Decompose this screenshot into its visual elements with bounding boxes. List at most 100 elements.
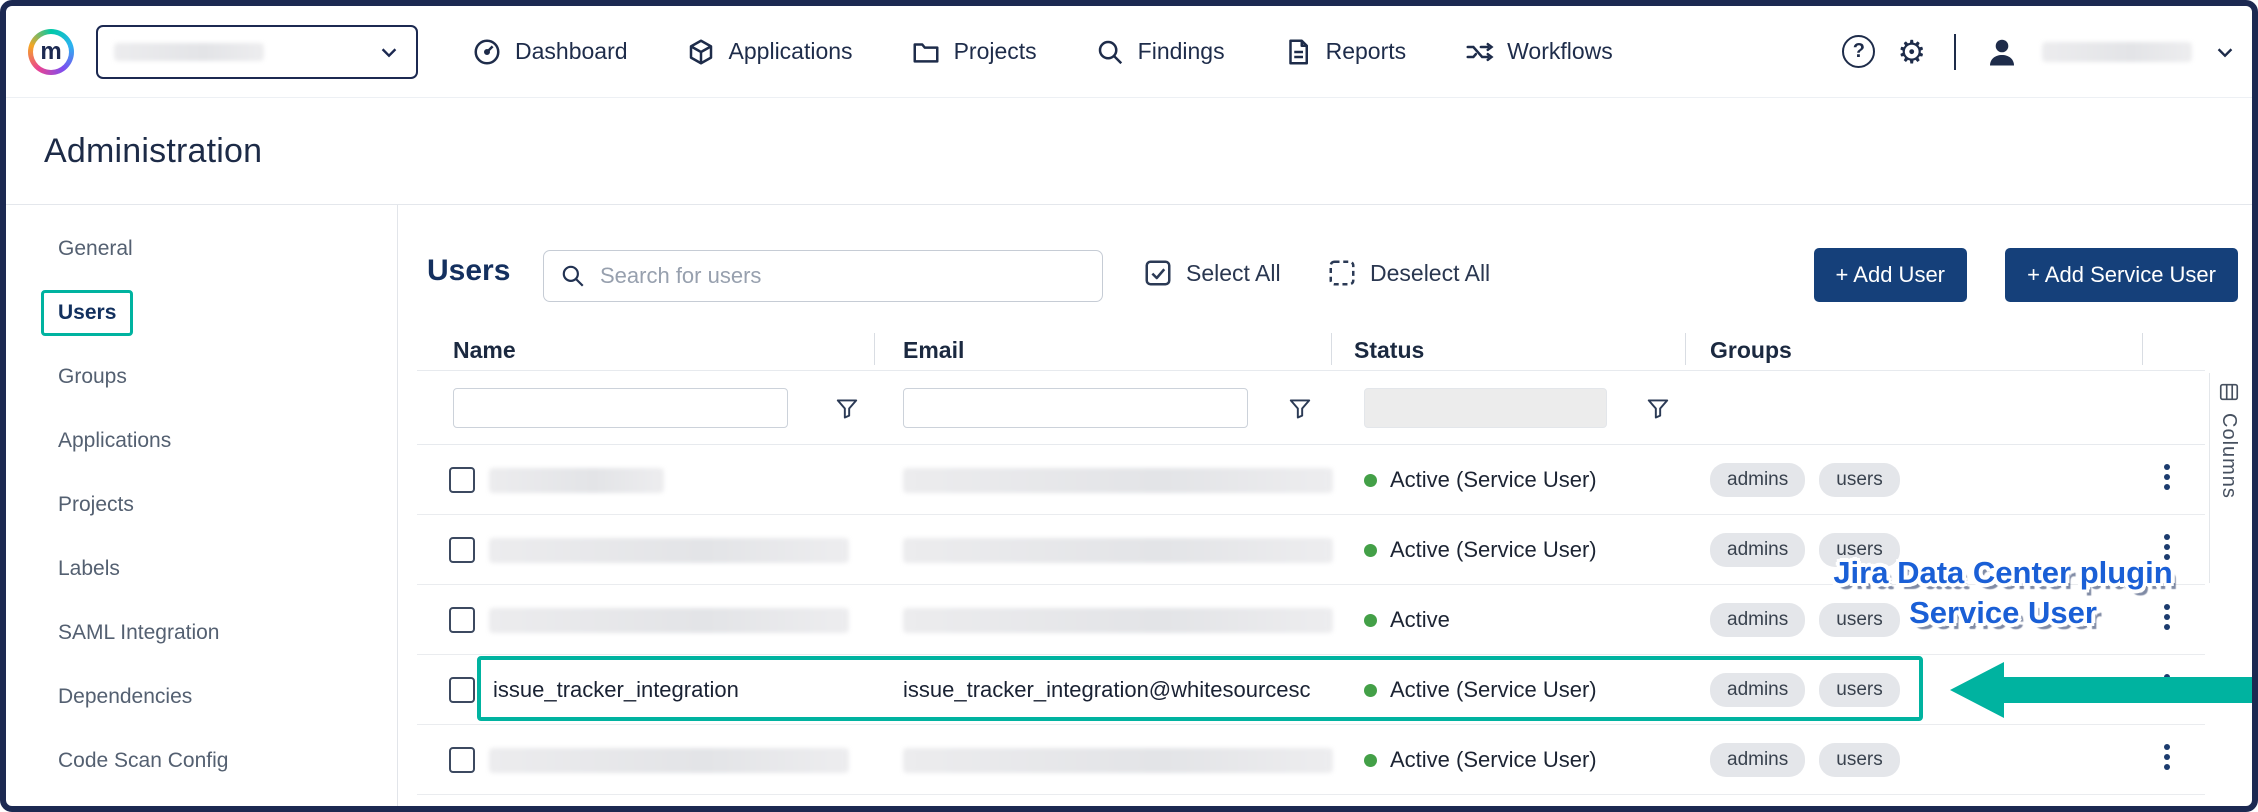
nav-item-projects[interactable]: Projects (911, 37, 1037, 67)
row-actions-kebab-icon[interactable] (2162, 742, 2172, 772)
name-filter-icon[interactable] (834, 395, 860, 421)
status-label: Active (Service User) (1390, 467, 1597, 493)
row-actions-kebab-icon[interactable] (2162, 532, 2172, 562)
group-badge: admins (1710, 533, 1805, 567)
redacted-name (489, 468, 664, 493)
table-row-highlighted[interactable]: issue_tracker_integration issue_tracker_… (417, 655, 2205, 725)
sidebar-item-applications[interactable]: Applications (6, 409, 397, 473)
redacted-name (489, 748, 849, 773)
redacted-username (2042, 42, 2192, 62)
group-badge: users (1819, 743, 1899, 777)
help-glyph: ? (1853, 40, 1865, 63)
sidebar-item-general[interactable]: General (6, 217, 397, 281)
row-actions-kebab-icon[interactable] (2162, 672, 2172, 702)
deselect-all-label: Deselect All (1370, 260, 1490, 287)
divider (1954, 34, 1956, 70)
column-divider (874, 333, 875, 365)
select-all-checkbox-icon (1143, 258, 1173, 288)
sidebar-item-users[interactable]: Users (6, 281, 397, 345)
nav-item-workflows[interactable]: Workflows (1464, 37, 1613, 67)
row-actions-kebab-icon[interactable] (2162, 462, 2172, 492)
group-badge: users (1819, 533, 1899, 567)
row-actions-kebab-icon[interactable] (2162, 602, 2172, 632)
sidebar-item-projects[interactable]: Projects (6, 473, 397, 537)
nav-right-controls: ? ⚙ (1842, 34, 2252, 70)
organization-selector[interactable] (96, 25, 418, 79)
email-filter-input[interactable] (903, 388, 1248, 428)
sidebar-label: Labels (58, 557, 120, 581)
sidebar-item-groups[interactable]: Groups (6, 345, 397, 409)
sidebar-item-saml-integration[interactable]: SAML Integration (6, 601, 397, 665)
deselect-all-button[interactable]: Deselect All (1327, 258, 1490, 288)
row-checkbox[interactable] (449, 607, 475, 633)
chevron-down-icon[interactable] (2214, 41, 2236, 63)
group-badge: users (1819, 603, 1899, 637)
table-row[interactable]: Active adminsusers (417, 585, 2205, 655)
nav-item-reports[interactable]: Reports (1283, 37, 1407, 67)
nav-label: Findings (1138, 38, 1225, 65)
row-checkbox[interactable] (449, 537, 475, 563)
nav-item-findings[interactable]: Findings (1095, 37, 1225, 67)
page-header: Administration (6, 98, 2252, 205)
column-header-email[interactable]: Email (903, 337, 964, 364)
user-email: issue_tracker_integration@whitesourcesc (903, 677, 1327, 703)
sidebar-item-labels[interactable]: Labels (6, 537, 397, 601)
nav-label: Dashboard (515, 38, 628, 65)
column-divider (2142, 333, 2143, 365)
main-menu: Dashboard Applications Projects Findings… (472, 37, 1613, 67)
add-user-button[interactable]: + Add User (1814, 248, 1967, 302)
redacted-email (903, 538, 1333, 563)
email-filter-icon[interactable] (1287, 395, 1313, 421)
status-label: Active (Service User) (1390, 747, 1597, 773)
sidebar-item-dependencies[interactable]: Dependencies (6, 665, 397, 729)
help-icon[interactable]: ? (1842, 35, 1875, 68)
sidebar-label: Dependencies (58, 685, 192, 709)
group-badge: admins (1710, 603, 1805, 637)
sidebar-item-code-scan-config[interactable]: Code Scan Config (6, 729, 397, 793)
admin-sidebar: General Users Groups Applications Projec… (6, 205, 398, 806)
add-service-user-button[interactable]: + Add Service User (2005, 248, 2238, 302)
settings-gear-icon[interactable]: ⚙ (1897, 36, 1926, 68)
column-divider (1685, 333, 1686, 365)
table-row[interactable]: Active (Service User) adminsusers (417, 445, 2205, 515)
redacted-email (903, 608, 1333, 633)
select-all-label: Select All (1186, 260, 1281, 287)
status-filter-icon[interactable] (1645, 395, 1671, 421)
sidebar-label: Applications (58, 429, 171, 453)
column-divider (1331, 333, 1332, 365)
reports-icon (1283, 37, 1313, 67)
sidebar-label: General (58, 237, 133, 261)
name-filter-input[interactable] (453, 388, 788, 428)
status-label: Active (Service User) (1390, 677, 1597, 703)
table-row[interactable]: Active (Service User) adminsusers (417, 515, 2205, 585)
search-input[interactable] (600, 263, 1086, 289)
findings-icon (1095, 37, 1125, 67)
applications-icon (686, 37, 716, 67)
table-row[interactable]: Active (Service User) adminsusers (417, 725, 2205, 795)
redacted-name (489, 538, 849, 563)
status-active-dot (1364, 684, 1377, 697)
columns-panel-toggle[interactable]: Columns (2209, 373, 2247, 583)
nav-label: Applications (729, 38, 853, 65)
row-checkbox[interactable] (449, 467, 475, 493)
nav-item-dashboard[interactable]: Dashboard (472, 37, 628, 67)
table-header-row: Name Email Status Groups (417, 325, 2205, 371)
nav-label: Workflows (1507, 38, 1613, 65)
column-header-name[interactable]: Name (453, 337, 516, 364)
workflows-icon (1464, 37, 1494, 67)
row-checkbox[interactable] (449, 747, 475, 773)
status-active-dot (1364, 474, 1377, 487)
nav-item-applications[interactable]: Applications (686, 37, 853, 67)
chevron-down-icon (378, 41, 400, 63)
row-checkbox[interactable] (449, 677, 475, 703)
columns-grid-icon (2218, 381, 2240, 403)
column-header-groups[interactable]: Groups (1710, 337, 1792, 364)
user-avatar-icon[interactable] (1984, 34, 2020, 70)
status-filter-input[interactable] (1364, 388, 1607, 428)
top-navigation-bar: m Dashboard Applications Projects Findin… (6, 6, 2252, 98)
redacted-email (903, 748, 1333, 773)
nav-label: Reports (1326, 38, 1407, 65)
select-all-button[interactable]: Select All (1143, 258, 1281, 288)
users-panel: Users Select All Deselect All + Add User… (398, 205, 2252, 806)
column-header-status[interactable]: Status (1354, 337, 1424, 364)
